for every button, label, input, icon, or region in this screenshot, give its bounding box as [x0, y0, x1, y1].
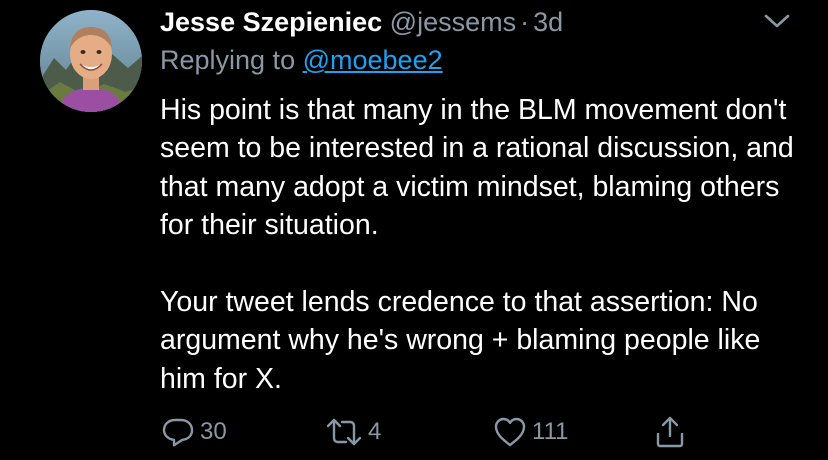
reply-count: 30 [200, 418, 227, 445]
retweet-count: 4 [368, 418, 382, 445]
reply-icon [160, 414, 196, 450]
author-name[interactable]: Jesse Szepieniec [160, 7, 382, 37]
tweet-text: His point is that many in the BLM moveme… [160, 91, 800, 398]
avatar[interactable] [40, 10, 142, 112]
tweet[interactable]: Jesse Szepieniec @jessems · 3d Replying to… [0, 0, 828, 460]
replying-to: Replying to @moebee2 [160, 42, 443, 78]
author-handle[interactable]: @jessems [390, 7, 516, 37]
retweet-button[interactable]: 4 [324, 410, 381, 454]
replying-to-label: Replying to [160, 45, 296, 75]
avatar-photo [40, 10, 142, 112]
tweet-paragraph: His point is that many in the BLM moveme… [160, 94, 794, 242]
like-button[interactable]: 111 [492, 410, 568, 454]
tweet-paragraph: Your tweet lends credence to that assert… [160, 286, 761, 395]
like-count: 111 [532, 418, 569, 445]
heart-icon [492, 414, 528, 450]
reply-button[interactable]: 30 [160, 410, 227, 454]
chevron-down-icon[interactable] [762, 10, 792, 32]
share-icon [652, 414, 688, 450]
tweet-actions: 30 4 111 [0, 410, 828, 454]
mention-link[interactable]: @moebee2 [303, 45, 443, 75]
share-button[interactable] [652, 410, 688, 454]
tweet-header: Jesse Szepieniec @jessems · 3d [160, 4, 760, 40]
separator-dot: · [520, 7, 530, 37]
retweet-icon [324, 414, 364, 450]
tweet-timestamp[interactable]: 3d [533, 7, 563, 37]
